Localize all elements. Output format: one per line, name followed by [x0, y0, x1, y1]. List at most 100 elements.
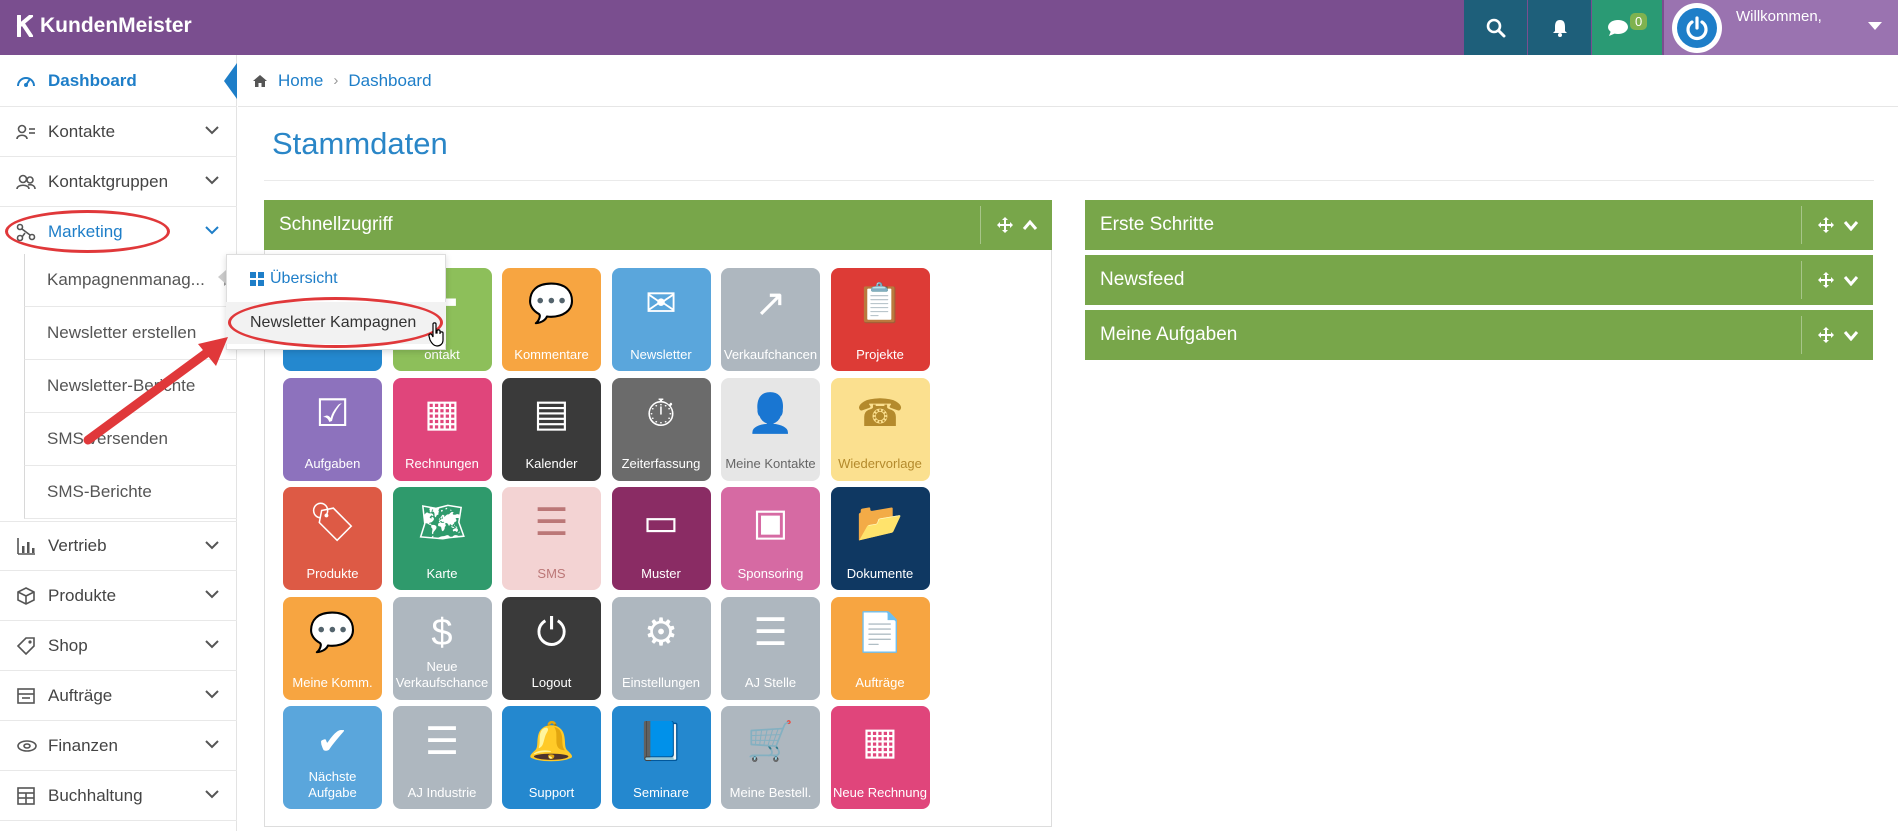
price-tag-icon: 🏷 — [308, 502, 357, 545]
chevron-down-icon[interactable] — [1843, 274, 1859, 286]
tile-logout[interactable]: ⏻ Logout — [502, 596, 601, 700]
tile-kalender[interactable]: ▤ Kalender — [502, 377, 601, 481]
tile-sponsoring[interactable]: ▣ Sponsoring — [721, 487, 820, 590]
move-icon[interactable] — [1817, 271, 1835, 289]
panel-header-erste-schritte[interactable]: Erste Schritte — [1085, 200, 1873, 250]
sidebar-item-label: Dashboard — [48, 70, 137, 90]
tile-produkte[interactable]: 🏷 Produkte — [283, 487, 382, 590]
dollar-icon: $ — [431, 611, 453, 654]
logo-icon — [17, 15, 33, 37]
hand-cursor-icon — [428, 322, 444, 347]
checkbox-icon: ☑ — [315, 392, 350, 435]
move-icon[interactable] — [1817, 216, 1835, 234]
chevron-down-icon[interactable] — [1843, 329, 1859, 341]
sidebar-subitem-label: Kampagnenmanag... — [47, 270, 205, 289]
panel-title: Erste Schritte — [1100, 214, 1215, 235]
panel-title: Newsfeed — [1100, 269, 1185, 290]
tile-kommentare[interactable]: 💬 Kommentare — [502, 268, 601, 371]
app-logo[interactable]: KundenMeister — [16, 14, 192, 38]
sidebar-item-auftraege[interactable]: Aufträge — [0, 671, 237, 721]
tile-wiedervorlage[interactable]: ☎ Wiedervorlage — [830, 377, 930, 481]
map-icon: 🗺 — [417, 502, 467, 545]
tile-dokumente[interactable]: 📂 Dokumente — [830, 487, 930, 590]
sidebar-subitem-kampagnen[interactable]: Kampagnenmanag... — [24, 254, 237, 307]
tile-meine-komm-[interactable]: 💬 Meine Komm. — [283, 596, 382, 700]
search-button[interactable] — [1464, 0, 1527, 55]
newsletter-icon: ✉ — [645, 283, 677, 326]
bell-icon — [1552, 19, 1567, 37]
tile-label: Karte — [426, 565, 458, 581]
sidebar-item-kontakte[interactable]: Kontakte — [0, 107, 237, 157]
submenu-item-label: Übersicht — [270, 270, 338, 287]
tile-label: Neue Rechnung — [833, 784, 927, 800]
tile-neue-verkaufschance[interactable]: $ Neue Verkaufschance — [392, 596, 492, 700]
move-icon[interactable] — [996, 216, 1014, 234]
tile-neue-rechnung[interactable]: ▦ Neue Rechnung — [830, 706, 930, 809]
top-bar: KundenMeister 0 Willkommen, — [0, 0, 1898, 55]
sidebar-item-vertrieb[interactable]: Vertrieb — [0, 521, 237, 571]
list-icon: ☰ — [424, 721, 460, 764]
notifications-button[interactable] — [1528, 0, 1591, 55]
tile-label: Aufträge — [855, 675, 905, 691]
tile-support[interactable]: 🔔 Support — [502, 706, 601, 809]
breadcrumb-current[interactable]: Dashboard — [348, 71, 431, 91]
clipboard-icon: 📋 — [856, 283, 904, 326]
tile-aufträge[interactable]: 📄 Aufträge — [830, 596, 930, 700]
tile-rechnungen[interactable]: ▦ Rechnungen — [392, 377, 492, 481]
panel-header-newsfeed[interactable]: Newsfeed — [1085, 255, 1873, 305]
sidebar-item-kontaktgruppen[interactable]: Kontaktgruppen — [0, 157, 237, 207]
tile-label: Dokumente — [846, 565, 914, 581]
tile-meine-bestell-[interactable]: 🛒 Meine Bestell. — [721, 706, 820, 809]
tile-verkaufchancen[interactable]: ↗ Verkaufchancen — [721, 268, 820, 371]
tile-label: Logout — [531, 675, 572, 691]
sidebar-item-label: Kontaktgruppen — [48, 171, 169, 191]
chevron-down-icon — [205, 541, 219, 550]
chevron-down-icon[interactable] — [1843, 219, 1859, 231]
tile-nächste-aufgabe[interactable]: ✔ Nächste Aufgabe — [283, 706, 382, 809]
user-menu[interactable]: Willkommen, — [1664, 0, 1898, 55]
messages-button[interactable]: 0 — [1592, 0, 1662, 55]
sidebar-item-produkte[interactable]: Produkte — [0, 571, 237, 621]
bell-icon: 🔔 — [527, 721, 576, 764]
tile-einstellungen[interactable]: ⚙ Einstellungen — [611, 596, 711, 700]
tile-label: Produkte — [306, 565, 359, 581]
sidebar-item-shop[interactable]: Shop — [0, 621, 237, 671]
tile-aj-industrie[interactable]: ☰ AJ Industrie — [392, 706, 492, 809]
windows-icon — [250, 272, 264, 286]
tile-newsletter[interactable]: ✉ Newsletter — [611, 268, 711, 371]
annotation-arrow-icon — [83, 337, 228, 445]
panel-header-schnellzugriff[interactable]: Schnellzugriff — [264, 200, 1052, 250]
sidebar-item-buchhaltung[interactable]: Buchhaltung — [0, 771, 237, 821]
tile-aufgaben[interactable]: ☑ Aufgaben — [283, 377, 382, 481]
tile-seminare[interactable]: 📘 Seminare — [611, 706, 711, 809]
list-icon: ☰ — [753, 611, 788, 654]
panel-title: Meine Aufgaben — [1100, 324, 1238, 345]
sidebar-subitem-sms-berichte[interactable]: SMS-Berichte — [24, 466, 237, 519]
tile-muster[interactable]: ▭ Muster — [611, 487, 711, 590]
tile-meine-kontakte[interactable]: 👤 Meine Kontakte — [721, 377, 820, 481]
panel-title: Schnellzugriff — [279, 214, 393, 235]
tile-label: Meine Komm. — [292, 675, 373, 691]
tile-sms[interactable]: ☰ SMS — [502, 487, 601, 590]
tile-karte[interactable]: 🗺 Karte — [392, 487, 492, 590]
address-book-icon: 👤 — [746, 392, 795, 435]
tile-label: Projekte — [856, 346, 904, 362]
welcome-text: Willkommen, — [1736, 8, 1822, 25]
tag-icon — [16, 636, 40, 655]
sidebar-item-label: Finanzen — [48, 735, 118, 755]
sidebar-item-dashboard[interactable]: Dashboard — [0, 55, 237, 107]
move-icon[interactable] — [1817, 326, 1835, 344]
active-indicator — [224, 63, 237, 99]
panel-header-meine-aufgaben[interactable]: Meine Aufgaben — [1085, 310, 1873, 360]
submenu-item-overview[interactable]: Übersicht — [250, 270, 338, 288]
tile-zeiterfassung[interactable]: ⏱ Zeiterfassung — [611, 377, 711, 481]
chevron-up-icon[interactable] — [1022, 219, 1038, 231]
calendar-icon: ▤ — [533, 392, 570, 435]
tile-label: Zeiterfassung — [621, 456, 701, 472]
breadcrumb-home-link[interactable]: Home — [278, 71, 323, 91]
tile-aj-stelle[interactable]: ☰ AJ Stelle — [721, 596, 820, 700]
chevron-down-icon — [205, 690, 219, 699]
tile-projekte[interactable]: 📋 Projekte — [830, 268, 930, 371]
sidebar-item-finanzen[interactable]: Finanzen — [0, 721, 237, 771]
highlight-ellipse-newsletter-kampagnen — [228, 297, 443, 348]
